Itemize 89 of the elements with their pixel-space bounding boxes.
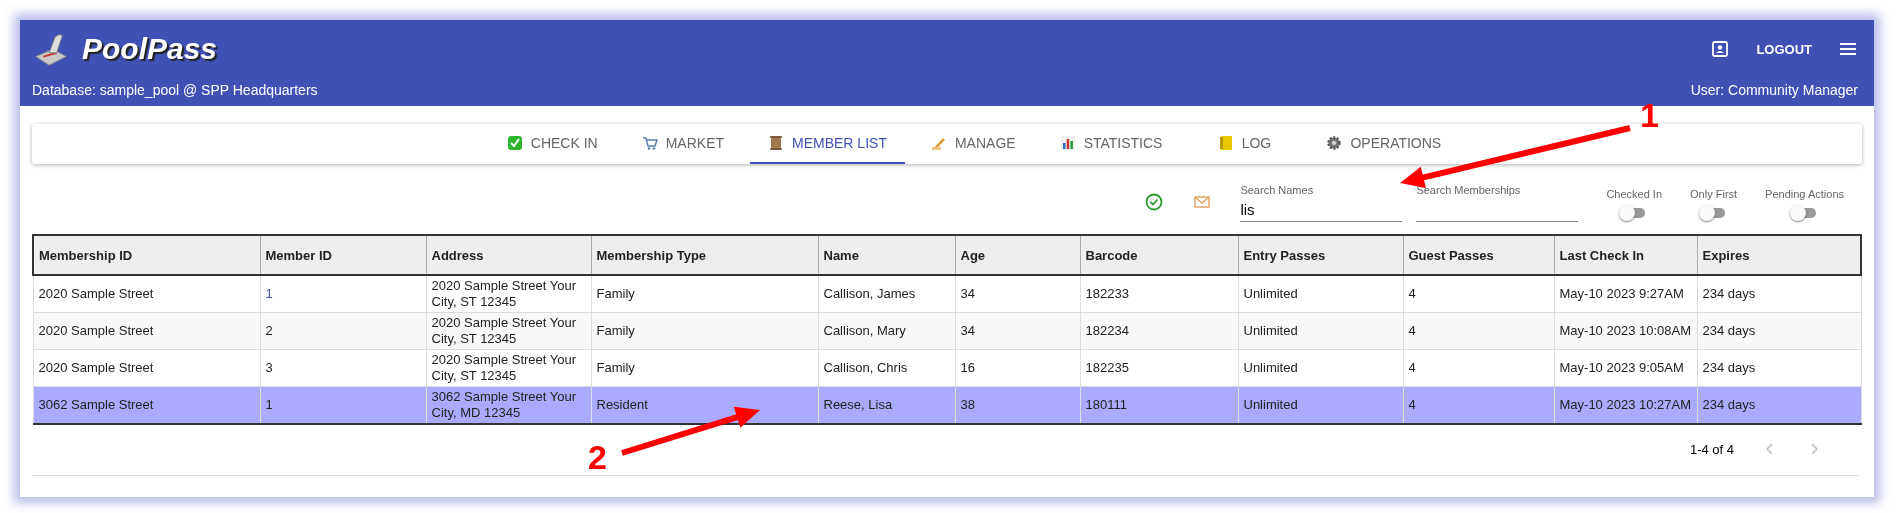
column-header[interactable]: Last Check In — [1554, 235, 1697, 275]
table-cell: 2020 Sample Street Your City, ST 12345 — [426, 312, 591, 350]
table-cell: Callison, Mary — [818, 312, 955, 350]
table-row[interactable]: 2020 Sample Street 1 2020 Sample Street Your City, ST 12345 Family Callison, James 34 182233 Unlimited 4 May-10 2023 9:27AM 234 days — [33, 275, 1861, 313]
table-cell: 234 days — [1697, 386, 1861, 424]
gear-icon — [1326, 135, 1343, 151]
cart-icon — [641, 135, 658, 151]
table-cell: 1 — [260, 386, 426, 424]
tab[interactable]: MEMBER LIST — [750, 124, 905, 164]
table-cell: May-10 2023 10:08AM — [1554, 312, 1697, 350]
bar-chart-icon — [1059, 135, 1076, 151]
column-header[interactable]: Entry Passes — [1238, 235, 1403, 275]
toggle-label: Checked In — [1606, 188, 1663, 200]
table-cell: 2020 Sample Street — [33, 312, 260, 350]
app-title: PoolPass — [82, 32, 218, 66]
table-cell: 1 — [260, 275, 426, 313]
table-cell: 3 — [260, 349, 426, 387]
table-cell: 180111 — [1080, 386, 1238, 424]
table-row[interactable]: 2020 Sample Street 3 2020 Sample Street Your City, ST 12345 Family Callison, Chris 16 182235 Unlimited 4 May-10 2023 9:05AM 234 days — [33, 349, 1861, 387]
search-names-field[interactable]: lis — [1240, 196, 1403, 222]
annotation-number: 1 — [1640, 98, 1659, 132]
table-cell: 2020 Sample Street — [33, 349, 260, 387]
table-cell: 4 — [1403, 312, 1554, 350]
annotation-number: 2 — [588, 440, 607, 474]
table-cell: May-10 2023 9:27AM — [1554, 275, 1697, 313]
tab[interactable]: MARKET — [623, 124, 743, 164]
column-header[interactable]: Guest Passes — [1403, 235, 1554, 275]
table-cell: Family — [591, 349, 818, 387]
table-cell: 16 — [955, 349, 1080, 387]
checkmark-icon — [506, 135, 523, 151]
logout-button[interactable]: LOGOUT — [1742, 37, 1826, 61]
toggle-switch[interactable] — [1702, 208, 1725, 218]
user-label: User: Community Manager — [1690, 82, 1858, 98]
tab[interactable]: OPERATIONS — [1308, 124, 1460, 164]
table-cell: 182234 — [1080, 312, 1238, 350]
table-cell: Family — [591, 275, 818, 313]
table-cell: Callison, Chris — [818, 349, 955, 387]
notebook-icon — [1217, 135, 1234, 151]
check-circle-icon[interactable] — [1144, 192, 1165, 212]
table-cell: 234 days — [1697, 349, 1861, 387]
toggle-switch[interactable] — [1793, 208, 1816, 218]
contact-card-icon[interactable] — [1710, 39, 1731, 59]
table-cell: 3062 Sample Street Your City, MD 12345 — [426, 386, 591, 424]
scroll-icon — [768, 135, 785, 151]
toggle-label: Only First — [1690, 188, 1738, 200]
field-label: Search Memberships — [1416, 184, 1521, 196]
table-cell: 4 — [1403, 386, 1554, 424]
table-cell: 182233 — [1080, 275, 1238, 313]
table-cell: Reese, Lisa — [818, 386, 955, 424]
table-cell: 234 days — [1697, 275, 1861, 313]
column-header[interactable]: Age — [955, 235, 1080, 275]
field-label: Search Names — [1240, 184, 1314, 196]
table-cell: May-10 2023 10:27AM — [1554, 386, 1697, 424]
table-cell: 2020 Sample Street — [33, 275, 260, 313]
column-header[interactable]: Membership Type — [591, 235, 818, 275]
table-row[interactable]: 2020 Sample Street 2 2020 Sample Street Your City, ST 12345 Family Callison, Mary 34 182234 Unlimited 4 May-10 2023 10:08AM 234 days — [33, 312, 1861, 350]
table-cell: 4 — [1403, 349, 1554, 387]
table-cell: 4 — [1403, 275, 1554, 313]
table-cell: Unlimited — [1238, 349, 1403, 387]
table-cell: 3062 Sample Street — [33, 386, 260, 424]
column-header[interactable]: Name — [818, 235, 955, 275]
table-cell: Family — [591, 312, 818, 350]
tab[interactable]: CHECK IN — [488, 124, 616, 164]
writing-hand-icon — [930, 135, 947, 151]
column-header[interactable]: Address — [426, 235, 591, 275]
table-cell: Unlimited — [1238, 386, 1403, 424]
table-cell: 2020 Sample Street Your City, ST 12345 — [426, 275, 591, 313]
table-cell: 34 — [955, 275, 1080, 313]
table-cell: Unlimited — [1238, 312, 1403, 350]
column-header[interactable]: Member ID — [260, 235, 426, 275]
database-label: Database: sample_pool @ SPP Headquarters — [32, 82, 318, 98]
table-cell: Unlimited — [1238, 275, 1403, 313]
table-cell: 234 days — [1697, 312, 1861, 350]
column-header[interactable]: Barcode — [1080, 235, 1238, 275]
table-cell: 2 — [260, 312, 426, 350]
table-cell: 2020 Sample Street Your City, ST 12345 — [426, 349, 591, 387]
tab[interactable]: MANAGE — [912, 124, 1034, 164]
toggle-label: Pending Actions — [1765, 188, 1844, 200]
pagination-label: 1-4 of 4 — [1689, 441, 1734, 457]
table-cell: May-10 2023 9:05AM — [1554, 349, 1697, 387]
table-cell: 38 — [955, 386, 1080, 424]
column-header[interactable]: Expires — [1697, 235, 1861, 275]
table-cell: Callison, James — [818, 275, 955, 313]
table-cell: 34 — [955, 312, 1080, 350]
tab[interactable]: STATISTICS — [1041, 124, 1181, 164]
tab[interactable]: LOG — [1188, 124, 1301, 164]
table-cell: 182235 — [1080, 349, 1238, 387]
table-row[interactable]: 3062 Sample Street 1 3062 Sample Street Your City, MD 12345 Resident Reese, Lisa 38 180111 Unlimited 4 May-10 2023 10:27AM 234 days — [33, 386, 1861, 424]
column-header[interactable]: Membership ID — [33, 235, 260, 275]
